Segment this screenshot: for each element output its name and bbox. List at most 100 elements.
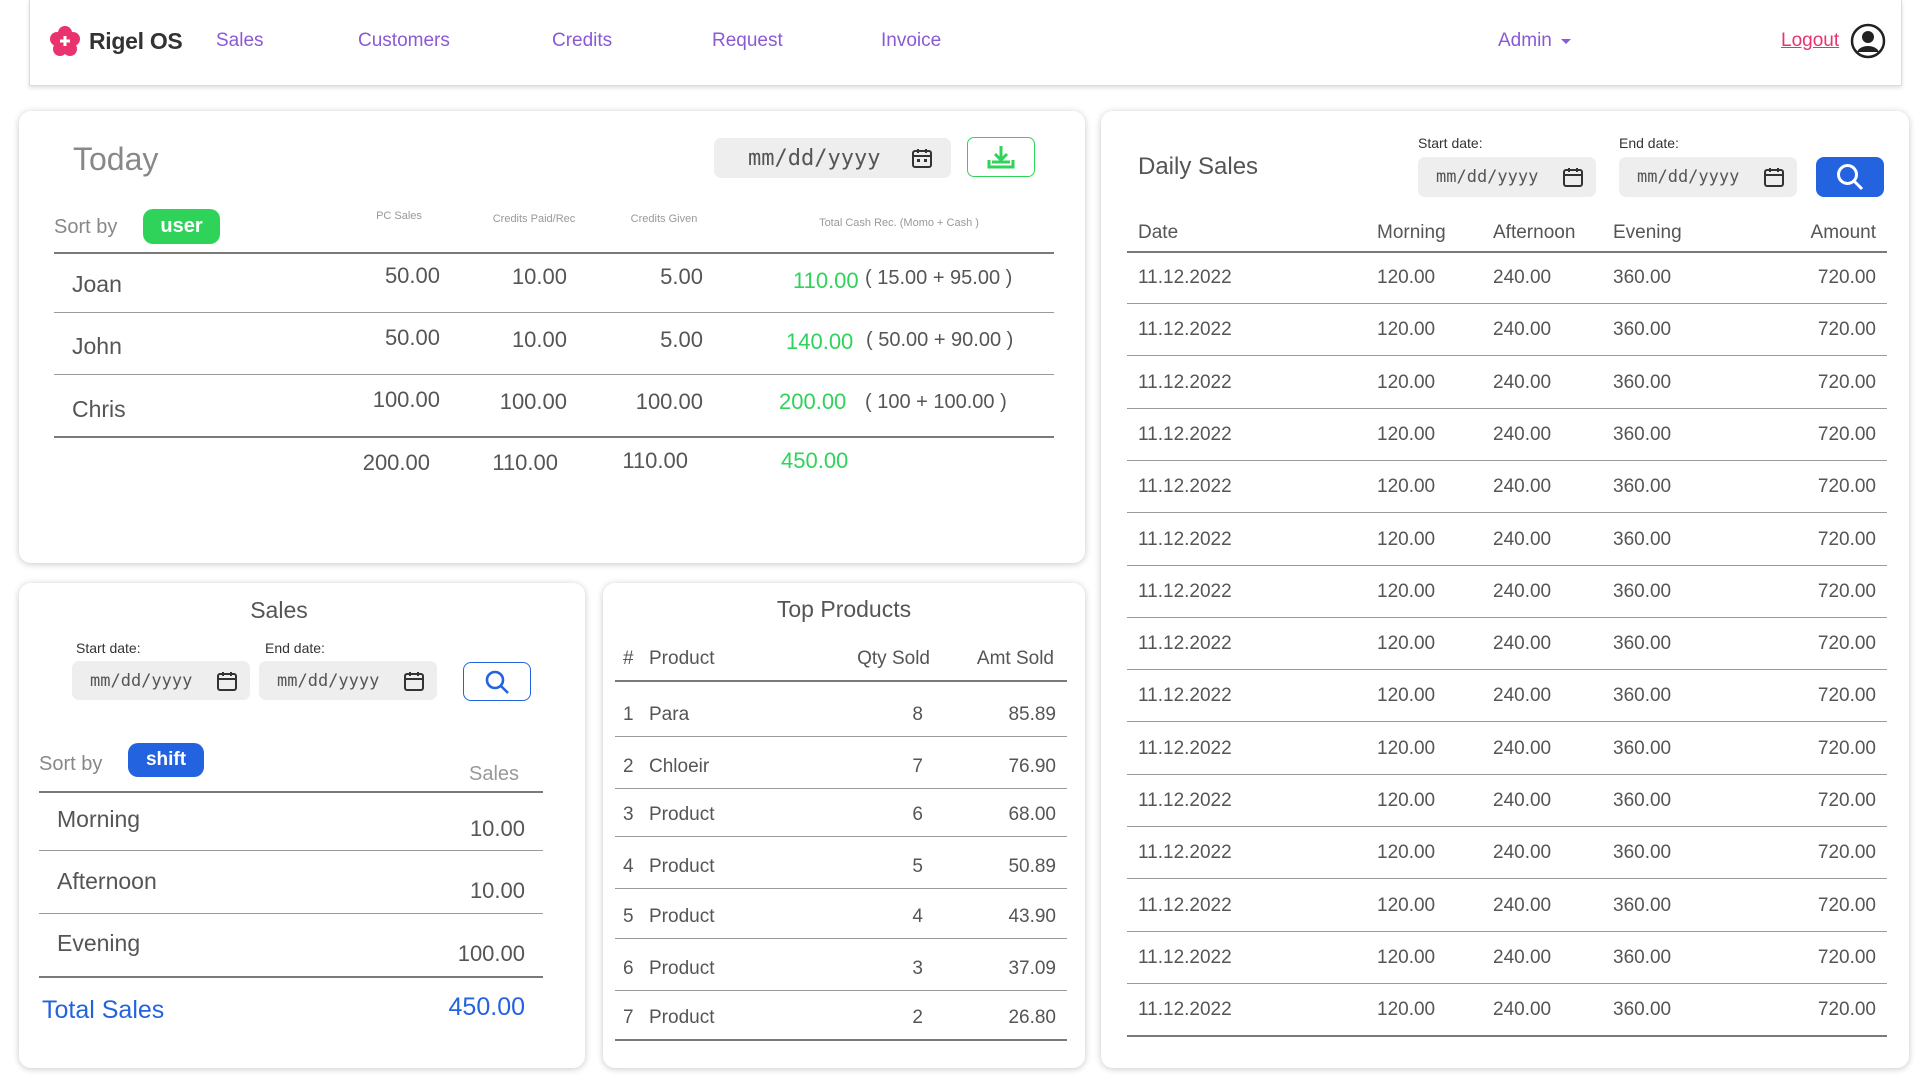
daily-amount: 720.00 bbox=[1817, 633, 1876, 655]
calendar-icon bbox=[912, 149, 932, 168]
sort-by-label: Sort by bbox=[54, 216, 118, 238]
sort-shift-pill[interactable]: shift bbox=[128, 743, 204, 777]
daily-afternoon: 240.00 bbox=[1493, 685, 1552, 707]
daily-date: 11.12.2022 bbox=[1138, 580, 1232, 602]
col-evening: Evening bbox=[1613, 222, 1682, 243]
daily-afternoon: 240.00 bbox=[1493, 319, 1552, 341]
sort-user-pill[interactable]: user bbox=[143, 209, 220, 244]
date-placeholder: mm/dd/yyyy bbox=[1637, 167, 1740, 187]
divider bbox=[615, 736, 1067, 737]
daily-amount: 720.00 bbox=[1817, 790, 1876, 811]
daily-search-button[interactable] bbox=[1816, 157, 1884, 197]
total-pc-sales: 200.00 bbox=[362, 450, 430, 475]
nav-link-sales[interactable]: Sales bbox=[216, 30, 264, 52]
product-rank: 3 bbox=[623, 804, 634, 825]
product-amt-sold: 76.90 bbox=[1008, 756, 1056, 777]
nav-link-customers[interactable]: Customers bbox=[358, 30, 450, 52]
daily-date: 11.12.2022 bbox=[1138, 790, 1232, 811]
product-amt-sold: 43.90 bbox=[1008, 906, 1056, 927]
daily-amount: 720.00 bbox=[1817, 999, 1876, 1021]
daily-date: 11.12.2022 bbox=[1138, 842, 1232, 864]
daily-afternoon: 240.00 bbox=[1493, 894, 1552, 916]
product-qty-sold: 4 bbox=[912, 906, 923, 927]
shift-name: Evening bbox=[57, 930, 141, 956]
search-icon bbox=[485, 670, 509, 694]
date-placeholder: mm/dd/yyyy bbox=[1436, 167, 1539, 187]
daily-end-date-input[interactable]: mm/dd/yyyy bbox=[1619, 157, 1797, 197]
daily-evening: 360.00 bbox=[1613, 423, 1672, 445]
daily-amount: 720.00 bbox=[1817, 946, 1876, 968]
col-date: Date bbox=[1138, 222, 1179, 243]
download-button[interactable] bbox=[967, 137, 1035, 177]
daily-morning: 120.00 bbox=[1377, 371, 1436, 393]
sales-start-date-input[interactable]: mm/dd/yyyy bbox=[72, 661, 250, 700]
daily-evening: 360.00 bbox=[1613, 999, 1672, 1021]
daily-amount: 720.00 bbox=[1817, 371, 1876, 393]
today-card: Today mm/dd/yyyy Sort by user PC Sales C… bbox=[19, 111, 1085, 563]
col-product: Product bbox=[649, 648, 715, 669]
daily-amount: 720.00 bbox=[1817, 528, 1876, 550]
daily-morning: 120.00 bbox=[1377, 946, 1436, 968]
product-rank: 2 bbox=[623, 756, 634, 777]
date-placeholder: mm/dd/yyyy bbox=[90, 670, 193, 691]
col-morning: Morning bbox=[1377, 222, 1446, 243]
daily-evening: 360.00 bbox=[1613, 842, 1672, 864]
admin-dropdown[interactable]: Admin bbox=[1498, 30, 1571, 52]
divider bbox=[1127, 669, 1887, 671]
user-avatar-icon[interactable] bbox=[1850, 23, 1886, 59]
logout-link[interactable]: Logout bbox=[1781, 30, 1839, 52]
product-rank: 1 bbox=[623, 704, 634, 725]
row-credits-given: 5.00 bbox=[660, 264, 703, 289]
daily-amount: 720.00 bbox=[1817, 842, 1876, 864]
caret-down-icon bbox=[1560, 38, 1571, 44]
date-placeholder: mm/dd/yyyy bbox=[748, 145, 881, 171]
daily-start-date-input[interactable]: mm/dd/yyyy bbox=[1418, 157, 1596, 197]
daily-amount: 720.00 bbox=[1817, 476, 1876, 498]
product-amt-sold: 68.00 bbox=[1008, 804, 1056, 825]
daily-afternoon: 240.00 bbox=[1493, 267, 1552, 288]
download-icon bbox=[987, 146, 1015, 169]
top-navbar: Rigel OS Sales Customers Credits Request… bbox=[29, 0, 1902, 86]
divider bbox=[1127, 512, 1887, 514]
sort-by-label: Sort by bbox=[39, 753, 103, 775]
product-qty-sold: 2 bbox=[912, 1007, 923, 1028]
daily-amount: 720.00 bbox=[1817, 737, 1876, 759]
product-amt-sold: 26.80 bbox=[1008, 1007, 1056, 1028]
daily-evening: 360.00 bbox=[1613, 633, 1672, 655]
product-qty-sold: 3 bbox=[912, 958, 923, 979]
total-sales-value: 450.00 bbox=[448, 993, 525, 1021]
daily-morning: 120.00 bbox=[1377, 528, 1436, 550]
total-credits-paid: 110.00 bbox=[492, 450, 558, 475]
nav-link-invoice[interactable]: Invoice bbox=[881, 30, 941, 52]
daily-evening: 360.00 bbox=[1613, 476, 1672, 498]
row-credits-paid: 10.00 bbox=[511, 264, 567, 289]
sales-end-date-input[interactable]: mm/dd/yyyy bbox=[259, 661, 437, 700]
divider bbox=[615, 788, 1067, 789]
daily-date: 11.12.2022 bbox=[1138, 528, 1232, 550]
divider bbox=[54, 312, 1054, 313]
daily-afternoon: 240.00 bbox=[1493, 946, 1552, 968]
row-name: Chris bbox=[72, 396, 126, 422]
daily-afternoon: 240.00 bbox=[1493, 580, 1552, 602]
daily-afternoon: 240.00 bbox=[1493, 476, 1552, 498]
daily-date: 11.12.2022 bbox=[1138, 685, 1232, 707]
shift-name: Afternoon bbox=[57, 868, 157, 894]
col-credits-paid: Credits Paid/Rec bbox=[492, 213, 576, 225]
daily-amount: 720.00 bbox=[1817, 894, 1876, 916]
daily-evening: 360.00 bbox=[1613, 894, 1672, 916]
daily-morning: 120.00 bbox=[1377, 267, 1436, 288]
sales-search-button[interactable] bbox=[463, 662, 531, 701]
row-pc-sales: 50.00 bbox=[384, 263, 440, 288]
shift-sales-value: 10.00 bbox=[469, 878, 525, 903]
top-products-title: Top Products bbox=[776, 596, 912, 622]
nav-link-credits[interactable]: Credits bbox=[552, 30, 612, 52]
brand[interactable]: Rigel OS bbox=[48, 24, 183, 58]
daily-afternoon: 240.00 bbox=[1493, 371, 1552, 393]
row-pc-sales: 50.00 bbox=[384, 325, 440, 350]
nav-link-request[interactable]: Request bbox=[712, 30, 783, 52]
today-date-input[interactable]: mm/dd/yyyy bbox=[714, 138, 951, 178]
total-sales-label: Total Sales bbox=[42, 996, 165, 1024]
product-amt-sold: 85.89 bbox=[1008, 704, 1056, 725]
daily-sales-card: Daily Sales Start date: End date: mm/dd/… bbox=[1101, 111, 1909, 1068]
daily-afternoon: 240.00 bbox=[1493, 790, 1552, 811]
